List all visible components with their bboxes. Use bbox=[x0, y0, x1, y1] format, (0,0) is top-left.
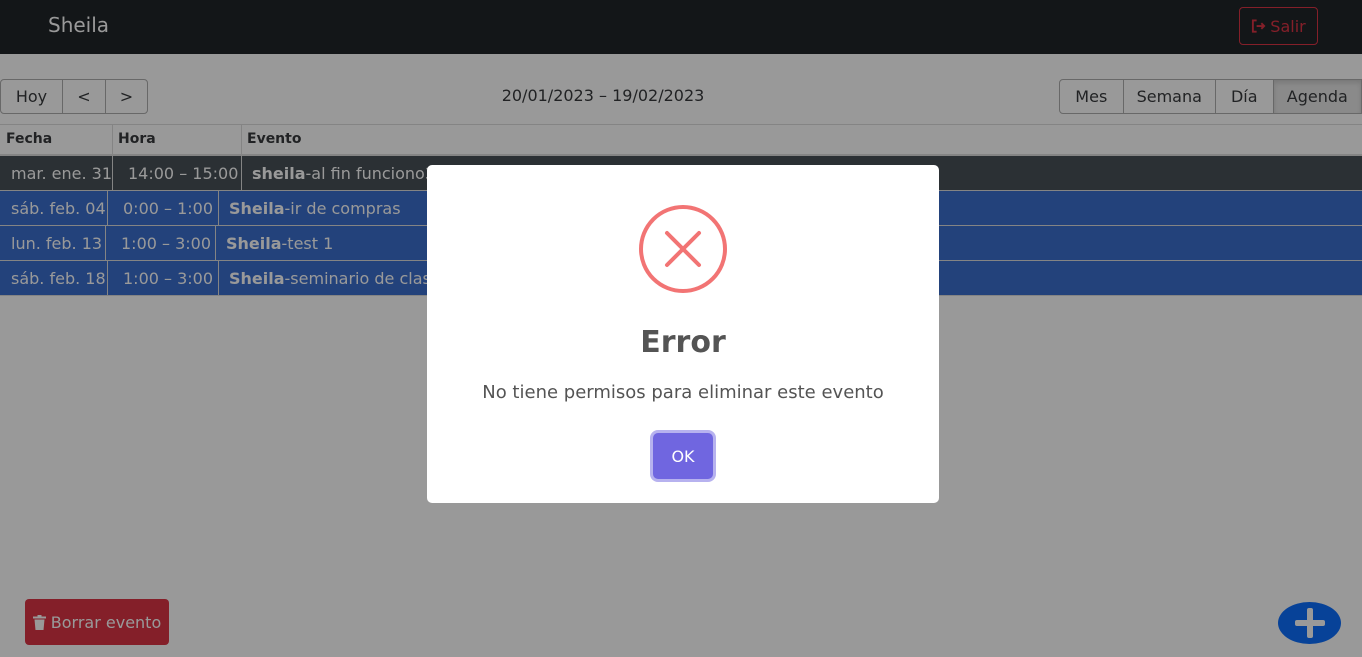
dialog-title: Error bbox=[640, 325, 726, 360]
error-x-icon bbox=[639, 205, 727, 293]
dialog-message: No tiene permisos para eliminar este eve… bbox=[482, 382, 884, 403]
ok-button[interactable]: OK bbox=[653, 433, 713, 479]
error-dialog: Error No tiene permisos para eliminar es… bbox=[427, 165, 939, 503]
